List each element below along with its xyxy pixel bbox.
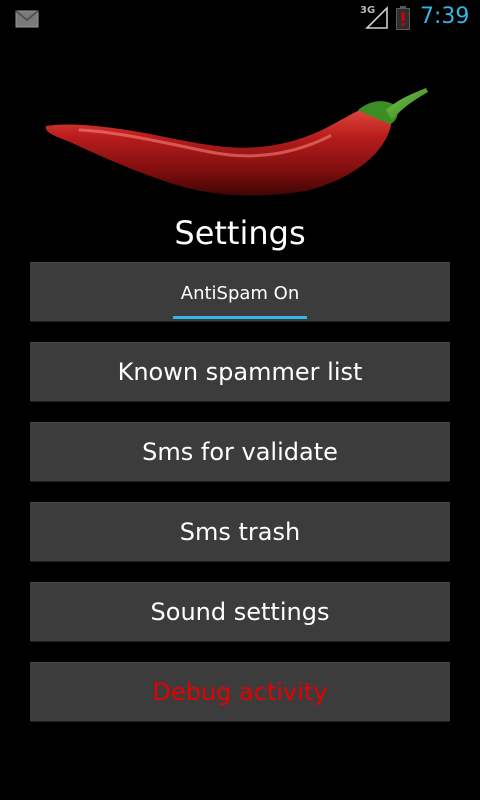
debug-activity-label: Debug activity — [152, 678, 328, 706]
sound-settings-button[interactable]: Sound settings — [30, 582, 450, 642]
sms-trash-button[interactable]: Sms trash — [30, 502, 450, 562]
debug-activity-button[interactable]: Debug activity — [30, 662, 450, 722]
known-spammer-list-button[interactable]: Known spammer list — [30, 342, 450, 402]
sms-for-validate-label: Sms for validate — [142, 438, 338, 466]
page-title: Settings — [174, 214, 306, 252]
antispam-toggle-label: AntiSpam On — [180, 282, 300, 304]
known-spammer-list-label: Known spammer list — [117, 358, 363, 386]
sms-trash-label: Sms trash — [179, 518, 301, 546]
clock: 7:39 — [420, 4, 470, 29]
battery-alert-icon — [396, 6, 410, 30]
toggle-on-indicator — [173, 316, 307, 319]
status-bar: 3G 7:39 — [0, 0, 480, 38]
sms-for-validate-button[interactable]: Sms for validate — [30, 422, 450, 482]
antispam-toggle-button[interactable]: AntiSpam On — [30, 262, 450, 322]
signal-icon — [365, 6, 388, 29]
red-chili-pepper-image — [45, 88, 428, 196]
sound-settings-label: Sound settings — [150, 598, 330, 626]
mail-icon — [15, 10, 39, 28]
